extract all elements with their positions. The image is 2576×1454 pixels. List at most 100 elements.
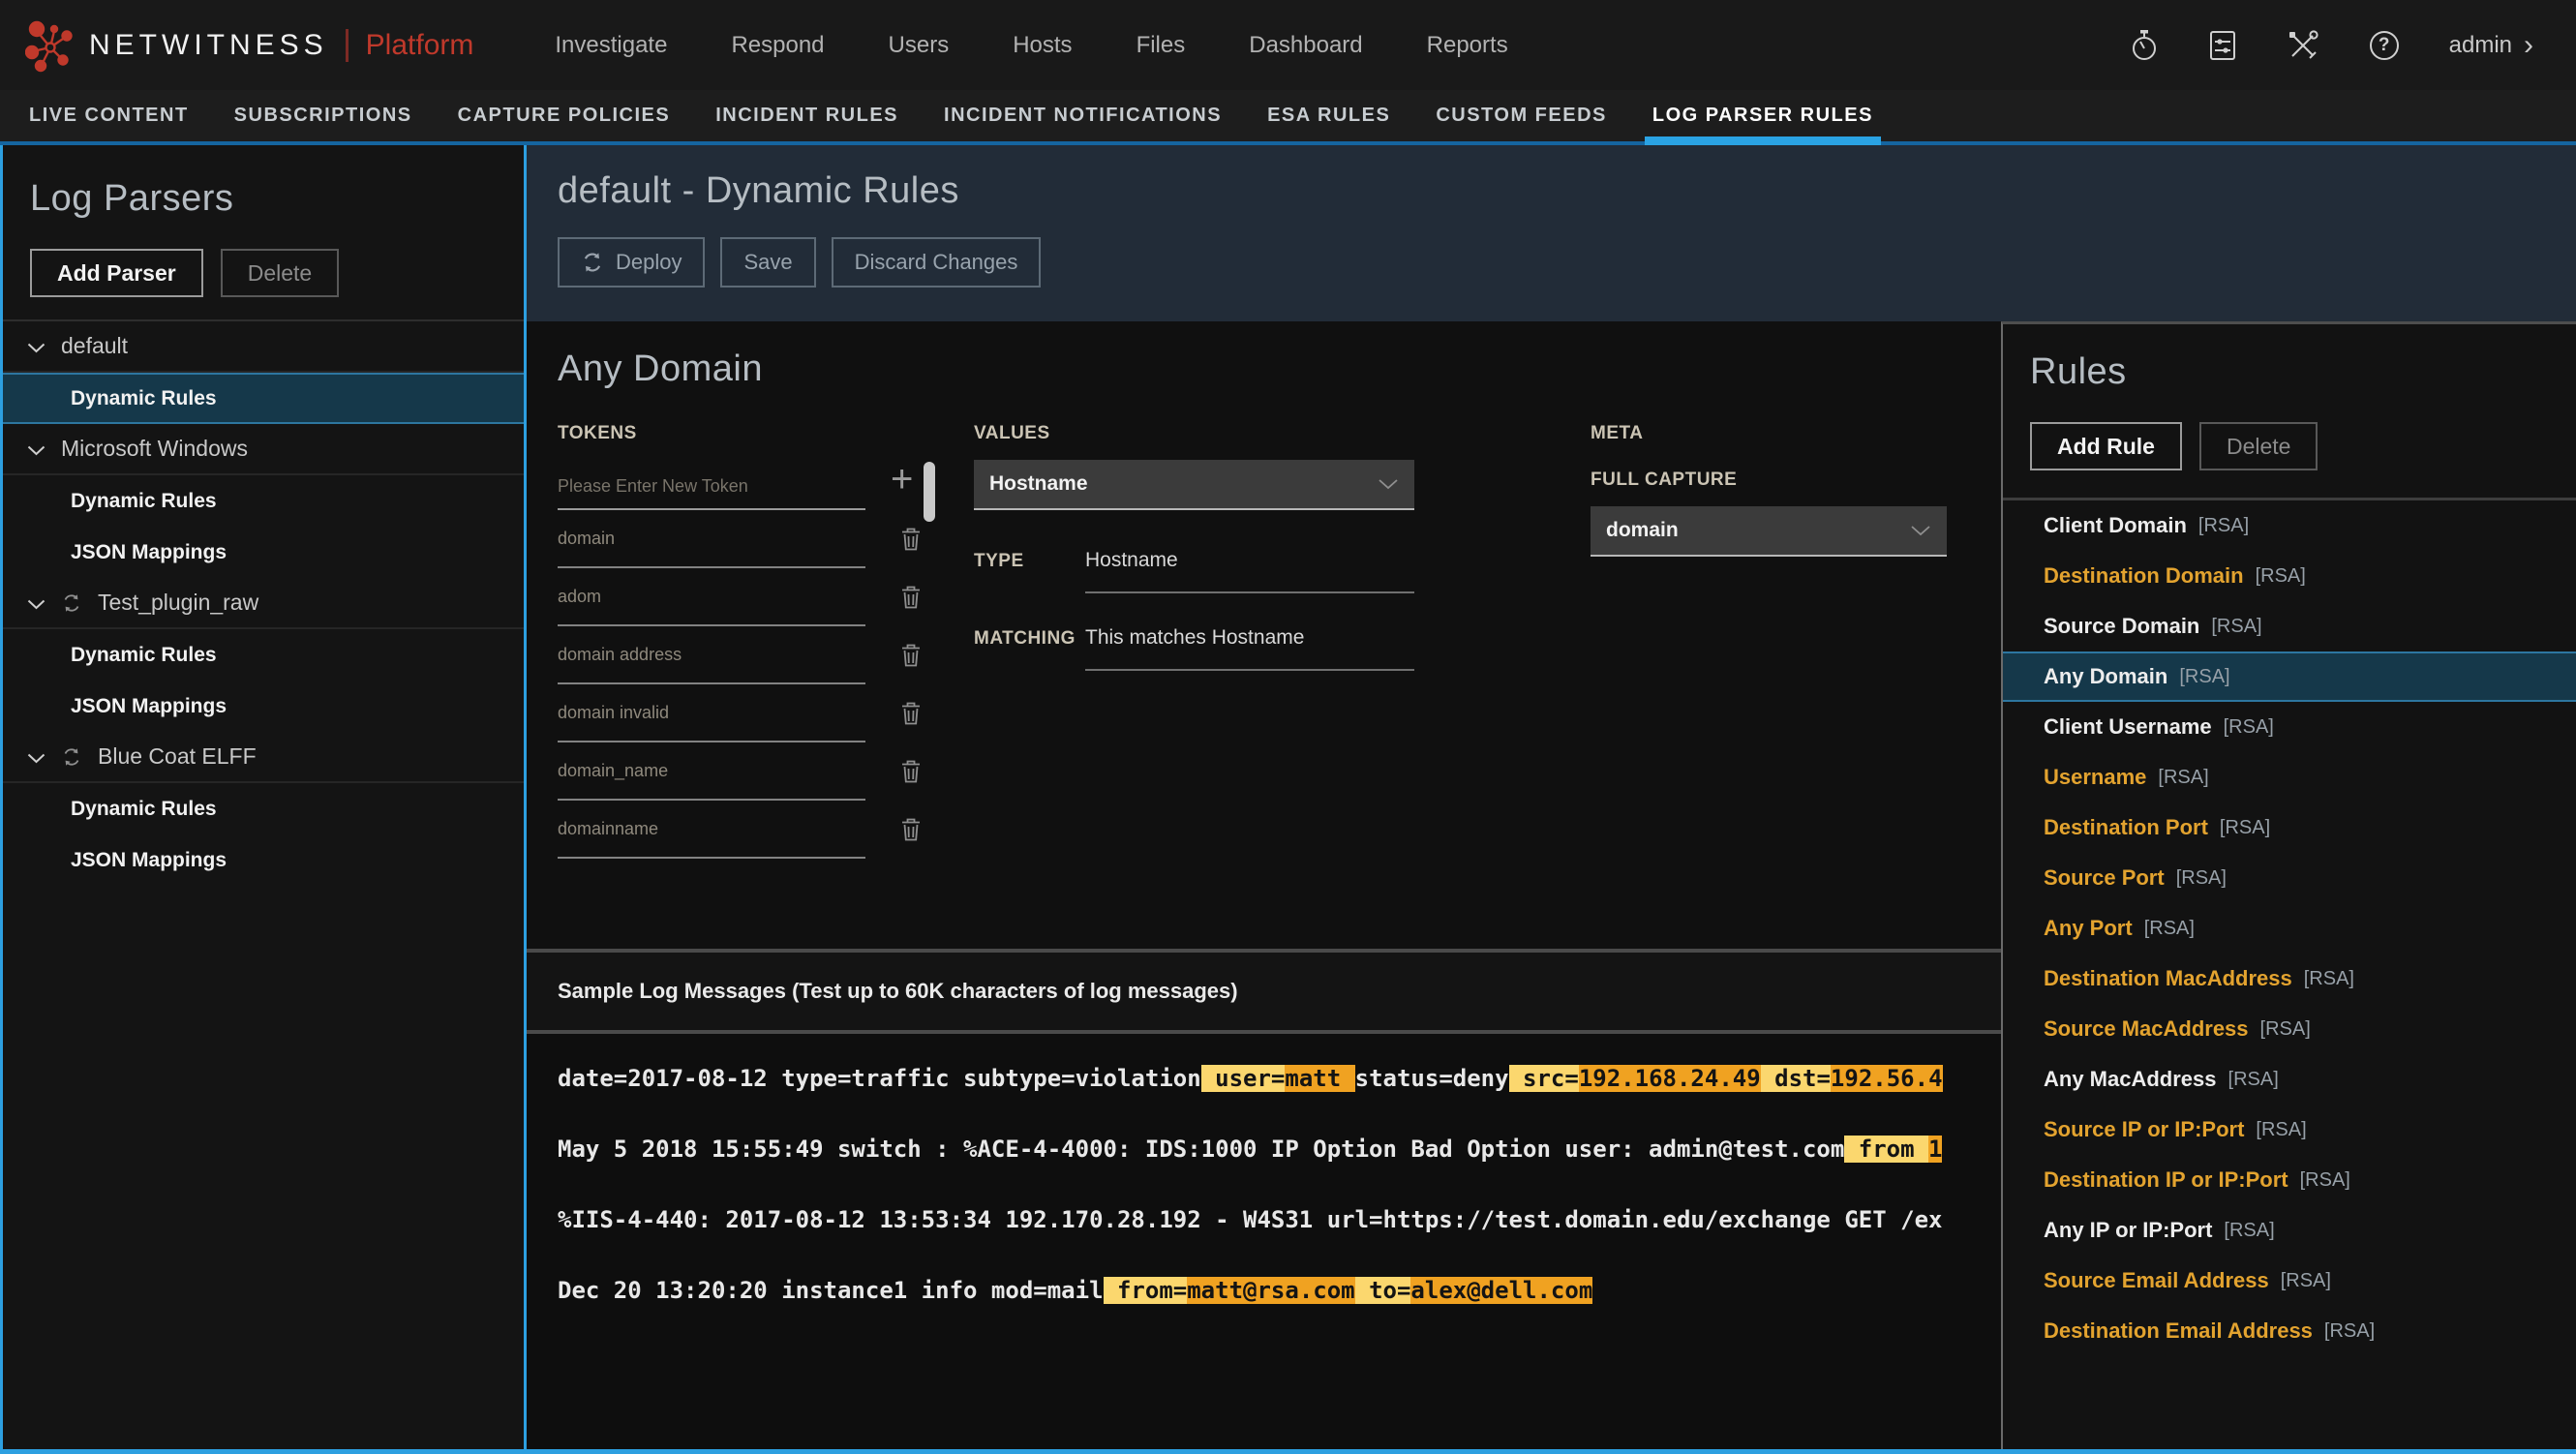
rule-any-domain[interactable]: Any Domain [RSA]: [2003, 651, 2576, 702]
values-dropdown[interactable]: Hostname: [974, 460, 1414, 510]
delete-token-icon[interactable]: [900, 701, 922, 726]
tab-custom-feeds[interactable]: CUSTOM FEEDS: [1436, 90, 1607, 141]
save-button[interactable]: Save: [720, 237, 815, 288]
tools-icon[interactable]: [2287, 30, 2319, 61]
parser-child-dynamic-rules[interactable]: Dynamic Rules: [3, 783, 524, 834]
parser-child-dynamic-rules[interactable]: Dynamic Rules: [3, 475, 524, 527]
log-highlight: from: [1844, 1136, 1928, 1163]
delete-token-icon[interactable]: [900, 527, 922, 552]
rule-source-port[interactable]: Source Port [RSA]: [2003, 853, 2576, 903]
meta-label: META: [1591, 423, 1947, 444]
add-parser-button[interactable]: Add Parser: [30, 249, 203, 297]
delete-rule-button[interactable]: Delete: [2199, 422, 2318, 470]
matching-label: MATCHING: [974, 626, 1085, 671]
tab-live-content[interactable]: LIVE CONTENT: [29, 90, 189, 141]
main-panel: default - Dynamic Rules Deploy Save Disc…: [524, 145, 2576, 1449]
rule-source-email-address[interactable]: Source Email Address [RSA]: [2003, 1256, 2576, 1306]
chevron-down-icon: [27, 590, 45, 616]
rule-source-domain[interactable]: Source Domain [RSA]: [2003, 601, 2576, 651]
full-capture-dropdown[interactable]: domain: [1591, 506, 1947, 557]
new-token-input[interactable]: Please Enter New Token: [558, 448, 865, 510]
deploy-button[interactable]: Deploy: [558, 237, 705, 288]
top-nav: NETWITNESS Platform InvestigateRespondUs…: [0, 0, 2576, 90]
token-value[interactable]: domain_name: [558, 742, 865, 801]
rule-source-tag: [RSA]: [2198, 515, 2249, 537]
rule-destination-port[interactable]: Destination Port [RSA]: [2003, 803, 2576, 853]
rule-name: Client Username: [2044, 714, 2212, 740]
rules-header: Rules Add Rule Delete: [2003, 324, 2576, 470]
parser-child-dynamic-rules[interactable]: Dynamic Rules: [3, 629, 524, 681]
rule-destination-email-address[interactable]: Destination Email Address [RSA]: [2003, 1306, 2576, 1356]
log-line-1: date=2017-08-12 type=traffic subtype=vio…: [558, 1044, 2001, 1114]
delete-token-icon[interactable]: [900, 817, 922, 842]
rule-source-tag: [RSA]: [2256, 1119, 2306, 1141]
parser-group-default[interactable]: default: [3, 321, 524, 373]
delete-token-icon[interactable]: [900, 759, 922, 784]
meta-column: META FULL CAPTURE domain: [1591, 423, 1947, 859]
parser-group-test_plugin_raw[interactable]: Test_plugin_raw: [3, 578, 524, 629]
token-value[interactable]: adom: [558, 568, 865, 626]
topnav-item-reports[interactable]: Reports: [1427, 32, 1508, 59]
rule-source-macaddress[interactable]: Source MacAddress [RSA]: [2003, 1004, 2576, 1054]
parser-child-json-mappings[interactable]: JSON Mappings: [3, 681, 524, 732]
chevron-down-icon: [27, 743, 45, 770]
delete-parser-button[interactable]: Delete: [221, 249, 339, 297]
topnav-item-investigate[interactable]: Investigate: [555, 32, 667, 59]
tab-subscriptions[interactable]: SUBSCRIPTIONS: [234, 90, 412, 141]
log-text: status=deny: [1355, 1065, 1509, 1092]
user-menu[interactable]: admin ›: [2449, 31, 2533, 60]
token-value[interactable]: domainname: [558, 801, 865, 859]
topnav-item-users[interactable]: Users: [889, 32, 950, 59]
parser-child-dynamic-rules[interactable]: Dynamic Rules: [3, 373, 524, 424]
preferences-icon[interactable]: [2209, 30, 2236, 61]
rule-editor-panel: Any Domain TOKENS Please Enter New Token…: [527, 321, 2001, 949]
add-rule-button[interactable]: Add Rule: [2030, 422, 2182, 470]
add-token-icon[interactable]: +: [891, 464, 913, 495]
topnav-item-respond[interactable]: Respond: [731, 32, 824, 59]
tab-incident-rules[interactable]: INCIDENT RULES: [715, 90, 898, 141]
rule-any-ip-or-ip-port[interactable]: Any IP or IP:Port [RSA]: [2003, 1205, 2576, 1256]
help-icon[interactable]: ?: [2370, 31, 2399, 60]
rules-title: Rules: [2030, 351, 2576, 393]
type-value-field[interactable]: Hostname: [1085, 549, 1414, 593]
rule-client-username[interactable]: Client Username [RSA]: [2003, 702, 2576, 752]
parser-child-json-mappings[interactable]: JSON Mappings: [3, 834, 524, 886]
tab-capture-policies[interactable]: CAPTURE POLICIES: [458, 90, 671, 141]
rules-panel: Rules Add Rule Delete Client Domain [RSA…: [2001, 321, 2576, 1449]
delete-token-icon[interactable]: [900, 643, 922, 668]
parser-child-json-mappings[interactable]: JSON Mappings: [3, 527, 524, 578]
topnav-item-hosts[interactable]: Hosts: [1013, 32, 1072, 59]
sample-log-textarea[interactable]: date=2017-08-12 type=traffic subtype=vio…: [527, 1034, 2001, 1449]
token-row: domain address: [558, 626, 945, 684]
token-value[interactable]: domain address: [558, 626, 865, 684]
log-highlight: to=: [1355, 1277, 1411, 1304]
rule-any-port[interactable]: Any Port [RSA]: [2003, 903, 2576, 954]
timer-icon[interactable]: [2130, 29, 2159, 62]
rule-username[interactable]: Username [RSA]: [2003, 752, 2576, 803]
values-dropdown-value: Hostname: [989, 472, 1088, 496]
tab-log-parser-rules[interactable]: LOG PARSER RULES: [1652, 90, 1873, 141]
rule-destination-macaddress[interactable]: Destination MacAddress [RSA]: [2003, 954, 2576, 1004]
parser-group-microsoft-windows[interactable]: Microsoft Windows: [3, 424, 524, 475]
rule-name: Source Port: [2044, 865, 2165, 891]
log-highlight: user=: [1201, 1065, 1286, 1092]
matching-value-field[interactable]: This matches Hostname: [1085, 626, 1414, 671]
delete-token-icon[interactable]: [900, 585, 922, 610]
tab-incident-notifications[interactable]: INCIDENT NOTIFICATIONS: [944, 90, 1222, 141]
topnav-item-files[interactable]: Files: [1136, 32, 1186, 59]
tab-esa-rules[interactable]: ESA RULES: [1267, 90, 1390, 141]
rule-any-macaddress[interactable]: Any MacAddress [RSA]: [2003, 1054, 2576, 1105]
tokens-scrollbar-thumb[interactable]: [924, 462, 935, 522]
discard-changes-button[interactable]: Discard Changes: [832, 237, 1042, 288]
rule-client-domain[interactable]: Client Domain [RSA]: [2003, 500, 2576, 551]
rule-destination-domain[interactable]: Destination Domain [RSA]: [2003, 551, 2576, 601]
token-value[interactable]: domain: [558, 510, 865, 568]
rule-destination-ip-or-ip-port[interactable]: Destination IP or IP:Port [RSA]: [2003, 1155, 2576, 1205]
primary-nav: Investigate Respond Users Hosts Files Dashboa…: [555, 32, 1507, 59]
parser-group-blue-coat-elff[interactable]: Blue Coat ELFF: [3, 732, 524, 783]
token-value[interactable]: domain invalid: [558, 684, 865, 742]
topnav-item-dashboard[interactable]: Dashboard: [1249, 32, 1362, 59]
rule-name: Destination MacAddress: [2044, 966, 2292, 991]
log-text: Dec 20 13:20:20 instance1 info mod=mail: [558, 1277, 1104, 1304]
rule-source-ip-or-ip-port[interactable]: Source IP or IP:Port [RSA]: [2003, 1105, 2576, 1155]
